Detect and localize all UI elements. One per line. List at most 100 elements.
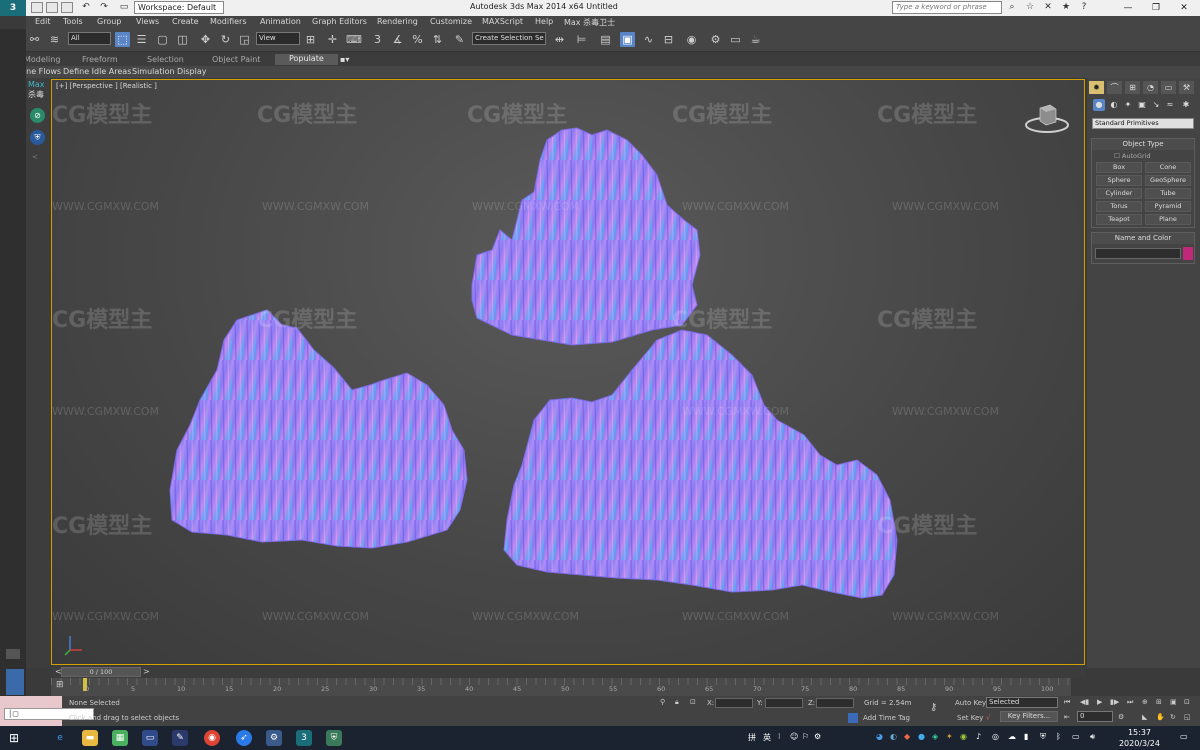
- select-by-name-icon[interactable]: ☰: [134, 32, 149, 47]
- app-notes-icon[interactable]: ✎: [172, 730, 188, 746]
- sphere-button[interactable]: Sphere: [1096, 175, 1142, 186]
- geometry-icon[interactable]: ●: [1093, 99, 1105, 111]
- tab-freeform[interactable]: Freeform: [82, 55, 118, 64]
- maximize-viewport-icon[interactable]: ◱: [1184, 713, 1191, 721]
- zoom-extents-all-icon[interactable]: ⊡: [1184, 698, 1190, 706]
- pin-icon[interactable]: ⚲: [660, 698, 665, 706]
- pivot-center-icon[interactable]: ⊞: [303, 32, 318, 47]
- maximize-button[interactable]: ❐: [1142, 0, 1170, 16]
- open-file-icon[interactable]: [46, 2, 58, 13]
- plane-button[interactable]: Plane: [1145, 214, 1191, 225]
- ie-icon[interactable]: e: [52, 730, 68, 746]
- object-name-field[interactable]: [1095, 248, 1181, 259]
- pyramid-button[interactable]: Pyramid: [1145, 201, 1191, 212]
- autogrid-checkbox[interactable]: ☐ AutoGrid: [1114, 152, 1151, 160]
- tray-app-icon-4[interactable]: ●: [918, 732, 925, 741]
- define-idle-areas-button[interactable]: Define Idle Areas: [63, 67, 131, 76]
- network-icon[interactable]: ◎: [992, 732, 999, 741]
- tray-app-icon-1[interactable]: ◕: [876, 732, 883, 741]
- punctuation-icon[interactable]: ⁝: [778, 732, 781, 741]
- select-object-icon[interactable]: ⬚: [115, 32, 130, 47]
- edit-named-selection-icon[interactable]: ✎: [452, 32, 467, 47]
- cone-button[interactable]: Cone: [1145, 162, 1191, 173]
- spacewarps-icon[interactable]: ≈: [1164, 99, 1176, 111]
- tab-modeling[interactable]: Modeling: [24, 55, 60, 64]
- notification-icon[interactable]: ▭: [1180, 732, 1188, 741]
- settings-tray-icon[interactable]: ⚙: [814, 732, 821, 741]
- tray-app-icon-5[interactable]: ◈: [932, 732, 938, 741]
- prev-frame-icon[interactable]: ◀▮: [1080, 698, 1089, 706]
- named-selection-dropdown[interactable]: Create Selection Se: [472, 32, 546, 45]
- spinner-snap-icon[interactable]: ⇅: [430, 32, 445, 47]
- rendered-frame-window-icon[interactable]: ▭: [728, 32, 743, 47]
- rock-top[interactable]: [471, 127, 701, 346]
- fov-icon[interactable]: ◣: [1142, 713, 1147, 721]
- play-icon[interactable]: ▶: [1097, 698, 1102, 706]
- chrome-icon[interactable]: ◉: [204, 730, 220, 746]
- next-frame-icon[interactable]: ▮▶: [1110, 698, 1119, 706]
- graphite-ribbon-icon[interactable]: ▣: [620, 32, 635, 47]
- shield-icon[interactable]: ⛨: [30, 130, 45, 145]
- torus-button[interactable]: Torus: [1096, 201, 1142, 212]
- key-mode-toggle-icon[interactable]: ⇤: [1064, 713, 1070, 721]
- curve-editor-icon[interactable]: ∿: [641, 32, 656, 47]
- bind-space-warp-icon[interactable]: ≋: [47, 32, 62, 47]
- rock-left[interactable]: [169, 309, 468, 549]
- unlink-icon[interactable]: ⚯: [27, 32, 42, 47]
- power-icon[interactable]: ▮: [1024, 732, 1028, 741]
- panel-toggle[interactable]: [6, 649, 20, 659]
- app-window-icon[interactable]: ▭: [142, 730, 158, 746]
- pan-icon[interactable]: ✋: [1156, 713, 1165, 721]
- display-tray-icon[interactable]: ▭: [1072, 732, 1080, 741]
- schematic-view-icon[interactable]: ⊟: [661, 32, 676, 47]
- reference-coordinate-dropdown[interactable]: View: [256, 32, 300, 45]
- binoculars-icon[interactable]: ⌕: [1006, 2, 1018, 13]
- mirror-icon[interactable]: ⇹: [552, 32, 567, 47]
- speaker-icon[interactable]: 🔊︎: [1090, 732, 1095, 742]
- security-icon[interactable]: ⛨: [1040, 732, 1046, 742]
- current-frame-field[interactable]: 0: [1077, 711, 1113, 722]
- helpers-icon[interactable]: ↘: [1150, 99, 1162, 111]
- tab-create[interactable]: ✹: [1089, 81, 1104, 94]
- key-icon[interactable]: ⚷: [930, 702, 937, 713]
- rotate-icon[interactable]: ↻: [218, 32, 233, 47]
- menu-views[interactable]: Views: [136, 17, 159, 26]
- project-folder-icon[interactable]: ▭: [118, 2, 130, 13]
- perspective-viewport[interactable]: [+] [Perspective ] [Realistic ] CG模型主 CG…: [51, 79, 1085, 665]
- ime-tray-icon[interactable]: 拼: [748, 732, 756, 743]
- ime-language[interactable]: 英: [763, 732, 771, 743]
- rollout-title[interactable]: Object Type: [1092, 139, 1194, 150]
- volume-icon[interactable]: ♪: [976, 732, 981, 741]
- search-input[interactable]: Type a keyword or phrase: [892, 1, 1002, 14]
- emoji-icon[interactable]: ☺: [790, 732, 798, 741]
- menu-maxscript[interactable]: MAXScript: [482, 17, 523, 26]
- set-key-button[interactable]: Set Key: [957, 714, 983, 722]
- save-icon[interactable]: [61, 2, 73, 13]
- collapse-icon[interactable]: ≺: [32, 153, 38, 161]
- trackbar[interactable]: 0 5 10 15 20 25 30 35 40 45 50 55 60 65 …: [51, 678, 1071, 696]
- material-editor-icon[interactable]: ◉: [684, 32, 699, 47]
- redo-icon[interactable]: ↷: [98, 2, 110, 13]
- feather-icon[interactable]: ➶: [236, 730, 252, 746]
- tab-hierarchy[interactable]: ⊞: [1125, 81, 1140, 94]
- key-mode-dropdown[interactable]: Selected: [986, 697, 1058, 708]
- windows-start-icon[interactable]: ⊞: [6, 730, 22, 746]
- rollout-title[interactable]: Name and Color: [1092, 233, 1194, 244]
- x-coord-field[interactable]: [715, 698, 753, 708]
- menu-modifiers[interactable]: Modifiers: [210, 17, 247, 26]
- 3dsmax-taskbar-icon[interactable]: 3: [296, 730, 312, 746]
- time-config-icon[interactable]: ⚙: [1118, 713, 1124, 721]
- align-icon[interactable]: ⊨: [574, 32, 589, 47]
- zoom-icon[interactable]: ⊕: [1142, 698, 1148, 706]
- display-button[interactable]: Display: [177, 67, 207, 76]
- time-next-icon[interactable]: >: [143, 667, 150, 676]
- cameras-icon[interactable]: ▣: [1136, 99, 1148, 111]
- trackbar-menu-icon[interactable]: ⊞: [56, 680, 70, 692]
- close-button[interactable]: ✕: [1170, 0, 1198, 16]
- bluetooth-icon[interactable]: ᛒ: [1056, 732, 1061, 741]
- box-button[interactable]: Box: [1096, 162, 1142, 173]
- tab-populate[interactable]: Populate: [275, 54, 338, 65]
- taskbar-clock[interactable]: 15:37 2020/3/24: [1119, 727, 1160, 749]
- tab-utilities[interactable]: ⚒: [1179, 81, 1194, 94]
- goto-start-icon[interactable]: ⏮: [1064, 698, 1070, 707]
